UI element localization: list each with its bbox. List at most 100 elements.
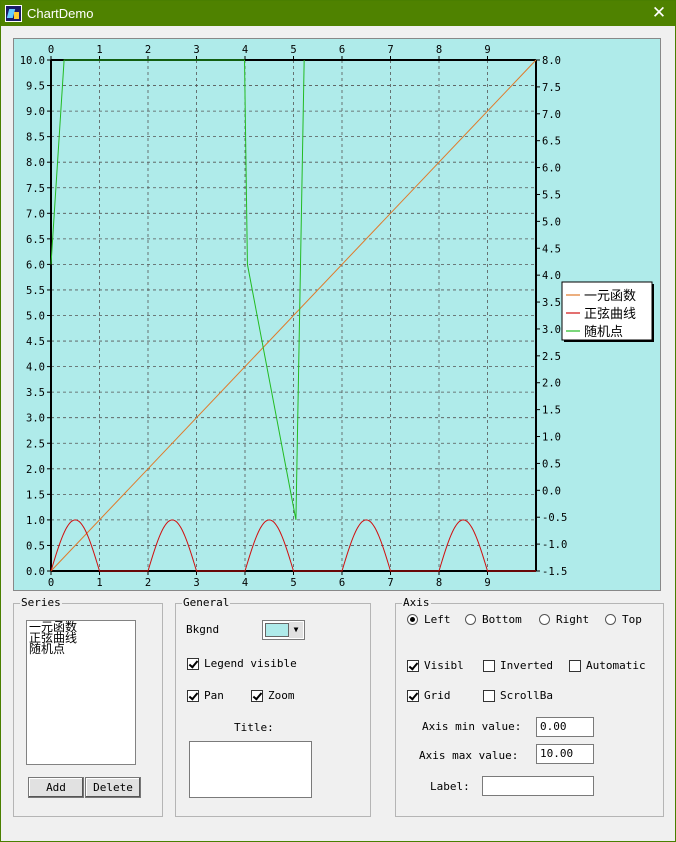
right-axis-tick-label: 4.0 bbox=[542, 270, 561, 282]
bottom-axis-tick-label: 6 bbox=[339, 577, 345, 589]
top-axis-tick-label: 5 bbox=[290, 44, 296, 56]
axis-visible-checkbox[interactable] bbox=[407, 660, 419, 672]
axis-max-label: Axis max value: bbox=[419, 749, 519, 762]
axis-bottom-radio[interactable] bbox=[465, 614, 476, 625]
series-group-title: Series bbox=[20, 596, 62, 609]
right-axis-tick-label: 1.0 bbox=[542, 432, 561, 444]
right-axis-tick-label: 6.5 bbox=[542, 136, 561, 148]
right-axis-tick-label: 1.5 bbox=[542, 405, 561, 417]
right-axis-tick-label: 7.0 bbox=[542, 109, 561, 121]
right-axis-tick-label: -1.0 bbox=[542, 539, 567, 551]
chart-area[interactable]: 0.0 0.5 1.0 1.5 2.0 2.5 3.0 3.5 4.0 4.5 5.0 5.5 6.0 6… bbox=[13, 38, 661, 591]
right-axis-tick-label: 5.5 bbox=[542, 189, 561, 201]
left-axis-tick-label: 9.5 bbox=[26, 81, 45, 93]
top-axis-tick-label: 0 bbox=[48, 44, 54, 56]
title-input[interactable] bbox=[189, 741, 312, 798]
legend-visible-label: Legend visible bbox=[204, 657, 297, 670]
axis-group-title: Axis bbox=[402, 596, 431, 609]
general-group: General Bkgnd ▼ Legend visible Pan Zoom … bbox=[175, 596, 371, 817]
right-axis-tick-label: 8.0 bbox=[542, 55, 561, 67]
series-group: Series 一元函数 正弦曲线 随机点 Add Delete bbox=[13, 596, 163, 817]
top-axis-tick-label: 6 bbox=[339, 44, 345, 56]
axis-automatic-label: Automatic bbox=[586, 659, 646, 672]
axis-scrollbar-checkbox[interactable] bbox=[483, 690, 495, 702]
pan-checkbox[interactable] bbox=[187, 690, 199, 702]
axis-right-label: Right bbox=[556, 613, 590, 626]
top-axis-tick-label: 1 bbox=[96, 44, 102, 56]
left-axis-tick-label: 6.0 bbox=[26, 259, 45, 271]
delete-series-button[interactable]: Delete bbox=[85, 777, 141, 798]
bottom-axis-tick-label: 9 bbox=[484, 577, 490, 589]
right-axis-tick-label: 3.5 bbox=[542, 297, 561, 309]
left-axis-tick-label: 0.5 bbox=[26, 540, 45, 552]
axis-min-input[interactable]: 0.00 bbox=[536, 717, 594, 737]
bkgnd-label: Bkgnd bbox=[186, 623, 220, 636]
axis-label-input[interactable] bbox=[482, 776, 594, 796]
left-axis-tick-label: 0.0 bbox=[26, 566, 45, 578]
pan-label: Pan bbox=[204, 689, 224, 702]
series-listbox[interactable]: 一元函数 正弦曲线 随机点 bbox=[26, 620, 136, 765]
right-axis-tick-label: 2.0 bbox=[542, 378, 561, 390]
window-title: ChartDemo bbox=[27, 6, 94, 21]
axis-automatic-checkbox[interactable] bbox=[569, 660, 581, 672]
left-axis-tick-label: 1.0 bbox=[26, 515, 45, 527]
axis-top-radio[interactable] bbox=[605, 614, 616, 625]
axis-bottom-label: Bottom bbox=[482, 613, 522, 626]
bottom-axis-tick-label: 5 bbox=[290, 577, 296, 589]
zoom-label: Zoom bbox=[268, 689, 295, 702]
left-axis-tick-label: 7.5 bbox=[26, 183, 45, 195]
legend-entry: 一元函数 bbox=[584, 289, 636, 304]
axis-visible-label: Visibl bbox=[424, 659, 464, 672]
axis-right-radio[interactable] bbox=[539, 614, 550, 625]
zoom-checkbox[interactable] bbox=[251, 690, 263, 702]
left-axis-tick-label: 8.0 bbox=[26, 157, 45, 169]
bottom-axis-tick-label: 0 bbox=[48, 577, 54, 589]
axis-left-label: Left bbox=[424, 613, 451, 626]
left-axis-tick-label: 6.5 bbox=[26, 234, 45, 246]
top-axis-tick-label: 3 bbox=[193, 44, 199, 56]
right-axis-tick-label: -1.5 bbox=[542, 566, 567, 578]
left-axis-tick-label: 2.5 bbox=[26, 438, 45, 450]
legend-entry: 随机点 bbox=[584, 325, 623, 340]
left-axis-tick-label: 7.0 bbox=[26, 208, 45, 220]
right-axis-tick-label: 3.0 bbox=[542, 324, 561, 336]
add-series-button[interactable]: Add bbox=[28, 777, 84, 798]
axis-scrollbar-label: ScrollBa bbox=[500, 689, 553, 702]
top-axis-tick-label: 4 bbox=[242, 44, 248, 56]
top-axis-tick-label: 7 bbox=[387, 44, 393, 56]
right-axis-tick-label: 4.5 bbox=[542, 243, 561, 255]
close-button[interactable]: ✕ bbox=[643, 1, 675, 26]
right-axis-tick-label: 5.0 bbox=[542, 216, 561, 228]
general-group-title: General bbox=[182, 596, 231, 609]
title-bar[interactable]: ChartDemo ✕ bbox=[1, 1, 675, 26]
bottom-axis-tick-label: 4 bbox=[242, 577, 248, 589]
left-axis-tick-label: 3.0 bbox=[26, 413, 45, 425]
bottom-axis-tick-label: 7 bbox=[387, 577, 393, 589]
chevron-down-icon[interactable]: ▼ bbox=[289, 622, 303, 638]
title-label: Title: bbox=[234, 721, 274, 734]
axis-max-input[interactable]: 10.00 bbox=[536, 744, 594, 764]
right-axis-tick-label: 7.5 bbox=[542, 82, 561, 94]
bottom-axis-tick-label: 8 bbox=[436, 577, 442, 589]
bottom-axis-tick-label: 1 bbox=[96, 577, 102, 589]
axis-grid-checkbox[interactable] bbox=[407, 690, 419, 702]
axis-inverted-checkbox[interactable] bbox=[483, 660, 495, 672]
top-axis-tick-label: 2 bbox=[145, 44, 151, 56]
axis-grid-label: Grid bbox=[424, 689, 451, 702]
legend-entry: 正弦曲线 bbox=[584, 306, 636, 322]
axis-left-radio[interactable] bbox=[407, 614, 418, 625]
bottom-axis-tick-label: 3 bbox=[193, 577, 199, 589]
chart-svg[interactable]: 0.0 0.5 1.0 1.5 2.0 2.5 3.0 3.5 4.0 4.5 5.0 5.5 6.0 6… bbox=[14, 39, 660, 590]
right-axis-tick-label: -0.5 bbox=[542, 512, 567, 524]
series-list-item[interactable]: 随机点 bbox=[29, 643, 133, 655]
bkgnd-color-picker[interactable]: ▼ bbox=[262, 620, 305, 640]
left-axis-tick-label: 8.5 bbox=[26, 132, 45, 144]
left-axis-tick-label: 2.0 bbox=[26, 464, 45, 476]
legend-visible-checkbox[interactable] bbox=[187, 658, 199, 670]
axis-group: Axis Left Bottom Right Top Visibl Invert… bbox=[395, 596, 664, 817]
top-axis-tick-label: 8 bbox=[436, 44, 442, 56]
left-axis-tick-label: 1.5 bbox=[26, 489, 45, 501]
axis-min-label: Axis min value: bbox=[422, 720, 522, 733]
left-axis-tick-label: 5.5 bbox=[26, 285, 45, 297]
axis-label-label: Label: bbox=[430, 780, 470, 793]
